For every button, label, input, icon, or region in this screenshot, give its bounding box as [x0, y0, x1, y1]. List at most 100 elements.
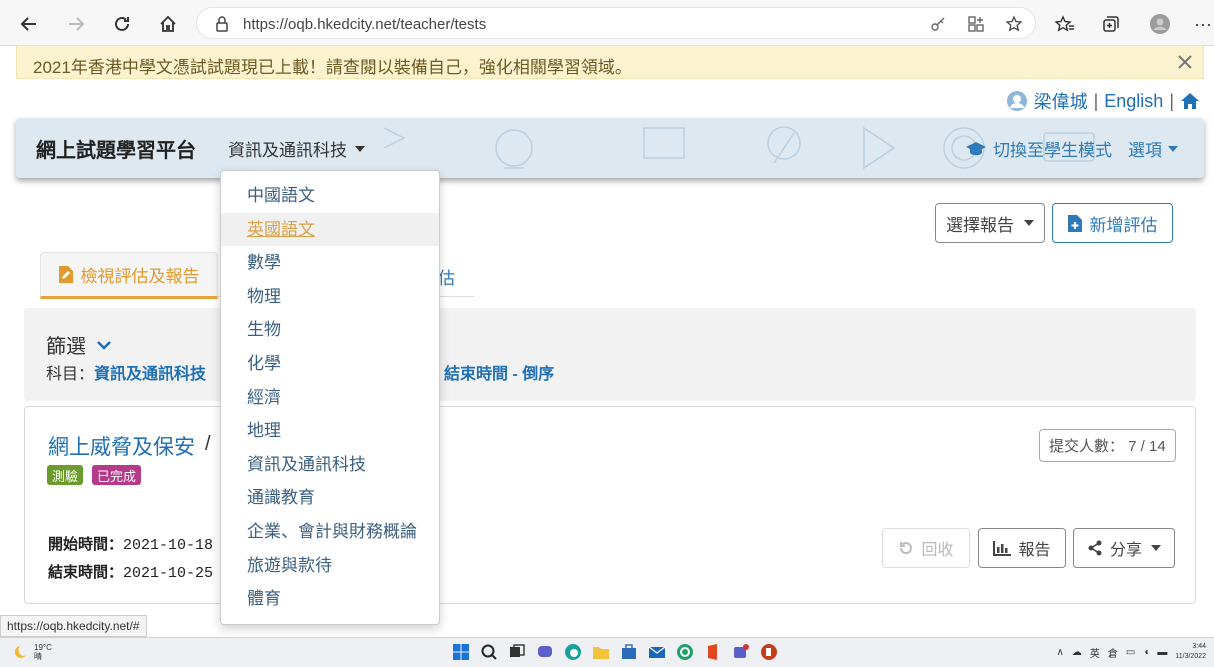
store-icon[interactable] — [620, 643, 638, 661]
arrow-left-icon — [20, 17, 36, 31]
dropdown-item[interactable]: 經濟 — [221, 381, 439, 415]
recall-button[interactable]: 回收 — [882, 528, 970, 568]
options-dropdown[interactable]: 選項 — [1128, 136, 1178, 161]
end-label: 結束時間： — [48, 564, 124, 581]
home-button[interactable] — [153, 9, 183, 39]
filter-sort: 結束時間 - 倒序 — [444, 366, 555, 383]
filter-toggle[interactable]: 篩選 — [46, 330, 112, 359]
dropdown-item[interactable]: 資訊及通訊科技 — [221, 448, 439, 482]
switch-student-mode[interactable]: 切換至學生模式 — [965, 136, 1112, 161]
start-time: 開始時間：2021-10-18 — [48, 533, 213, 554]
weather-temp: 19°C — [34, 643, 52, 652]
weather-widget[interactable]: 19°C 晴 — [14, 643, 52, 661]
forward-button[interactable] — [61, 9, 91, 39]
home-icon — [160, 15, 176, 32]
home-icon[interactable] — [1180, 92, 1200, 110]
tab-other[interactable]: 估 — [438, 264, 455, 289]
filter-panel: 篩選 科目：資訊及通訊科技 結束時間 - 倒序 — [24, 308, 1196, 401]
undo-icon — [900, 542, 913, 555]
share-button[interactable]: 分享 — [1073, 528, 1175, 568]
chat-icon[interactable] — [536, 643, 554, 661]
close-icon[interactable] — [1175, 52, 1195, 72]
settings-menu-button[interactable]: ··· — [1188, 9, 1214, 39]
mail-icon[interactable] — [648, 643, 666, 661]
select-report-button[interactable]: 選擇報告 — [935, 203, 1045, 243]
file-explorer-icon[interactable] — [592, 643, 610, 661]
teams-icon[interactable] — [732, 643, 750, 661]
address-bar[interactable]: https://oqb.hkedcity.net/teacher/tests — [196, 7, 1036, 39]
dropdown-item[interactable]: 旅遊與款待 — [221, 549, 439, 583]
language-link[interactable]: English — [1104, 91, 1163, 112]
key-icon[interactable] — [929, 15, 947, 33]
app-q-icon[interactable] — [676, 643, 694, 661]
tab-view-label: 檢視評估及報告 — [80, 267, 200, 286]
dropdown-item[interactable]: 英國語文 — [221, 212, 439, 247]
clock[interactable]: 3:44 11/3/2022 — [1175, 642, 1206, 662]
cloud-icon[interactable]: ☁ — [1072, 647, 1082, 658]
clock-time: 3:44 — [1192, 643, 1206, 650]
filter-subject: 科目：資訊及通訊科技 — [46, 360, 206, 384]
profile-button[interactable] — [1145, 9, 1175, 39]
office-icon[interactable] — [704, 643, 722, 661]
new-evaluation-button[interactable]: 新增評估 — [1052, 203, 1173, 243]
more-icon: ··· — [1194, 13, 1212, 34]
user-name[interactable]: 梁偉城 — [1034, 88, 1088, 114]
dropdown-item[interactable]: 中國語文 — [221, 179, 439, 213]
status-badge: 已完成 — [92, 465, 142, 485]
filter-subject-value: 資訊及通訊科技 — [94, 366, 207, 383]
caret-down-icon — [1168, 145, 1178, 152]
dropdown-item[interactable]: 生物 — [221, 313, 439, 347]
refresh-button[interactable] — [107, 9, 137, 39]
search-icon[interactable] — [480, 643, 498, 661]
separator: | — [1169, 90, 1174, 111]
avatar-icon — [1150, 14, 1170, 34]
select-report-label: 選擇報告 — [946, 215, 1014, 235]
subject-label: 資訊及通訊科技 — [228, 141, 347, 160]
dropdown-item[interactable]: 體育 — [221, 582, 439, 616]
site-title[interactable]: 網上試題學習平台 — [36, 134, 196, 163]
submit-count: 提交人數： 7 / 14 — [1039, 429, 1176, 462]
dropdown-item[interactable]: 通識教育 — [221, 481, 439, 515]
moon-icon — [14, 646, 26, 658]
network-icon[interactable]: ▭ — [1126, 647, 1135, 658]
volume-icon[interactable]: ◖ — [1143, 647, 1149, 658]
lock-icon[interactable] — [213, 15, 231, 33]
weather-desc: 晴 — [34, 652, 42, 661]
assessment-title[interactable]: 網上威脅及保安 — [48, 431, 195, 461]
report-button[interactable]: 報告 — [978, 528, 1066, 568]
favorites-button[interactable] — [1050, 9, 1080, 39]
system-tray: ∧ ☁ 英 倉 ▭ ◖ ▬ 3:44 11/3/2022 — [1057, 642, 1206, 662]
edge-icon[interactable] — [564, 643, 582, 661]
windows-start-icon[interactable] — [452, 643, 470, 661]
chevron-up-icon[interactable]: ∧ — [1057, 647, 1064, 658]
filter-subject-label: 科目： — [46, 366, 95, 383]
subject-dropdown[interactable]: 資訊及通訊科技 — [228, 136, 365, 161]
dropdown-item[interactable]: 化學 — [221, 347, 439, 381]
app-available-icon[interactable] — [967, 15, 985, 33]
collections-button[interactable] — [1096, 9, 1126, 39]
end-value: 2021-10-25 — [123, 565, 214, 582]
task-view-icon[interactable] — [508, 643, 526, 661]
banner-text: 2021年香港中學文憑試試題現已上載！請查閱以裝備自己，強化相關學習領域。 — [33, 58, 632, 77]
new-eval-label: 新增評估 — [1089, 215, 1158, 235]
favorites-icon — [1055, 15, 1074, 32]
powerpoint-icon[interactable] — [760, 643, 778, 661]
bar-chart-icon — [993, 540, 1012, 556]
tab-view-evaluations[interactable]: 檢視評估及報告 — [40, 252, 218, 299]
dropdown-item[interactable]: 數學 — [221, 246, 439, 280]
dropdown-item[interactable]: 地理 — [221, 414, 439, 448]
battery-icon[interactable]: ▬ — [1157, 647, 1167, 658]
collections-icon — [1103, 16, 1119, 32]
ime-indicator[interactable]: 英 — [1090, 645, 1100, 660]
ime-mode[interactable]: 倉 — [1108, 645, 1118, 660]
taskbar: 19°C 晴 ∧ ☁ 英 倉 ▭ ◖ ▬ 3:44 11/3/2022 — [0, 637, 1214, 667]
start-label: 開始時間： — [48, 536, 124, 553]
dropdown-item[interactable]: 企業、會計與財務概論 — [221, 515, 439, 549]
back-button[interactable] — [14, 9, 44, 39]
student-mode-label: 切換至學生模式 — [993, 141, 1112, 160]
options-label: 選項 — [1128, 141, 1162, 160]
dropdown-item[interactable]: 物理 — [221, 280, 439, 314]
end-time: 結束時間：2021-10-25 — [48, 561, 213, 582]
add-favorite-icon[interactable] — [1005, 15, 1023, 33]
url-text[interactable]: https://oqb.hkedcity.net/teacher/tests — [243, 16, 486, 33]
